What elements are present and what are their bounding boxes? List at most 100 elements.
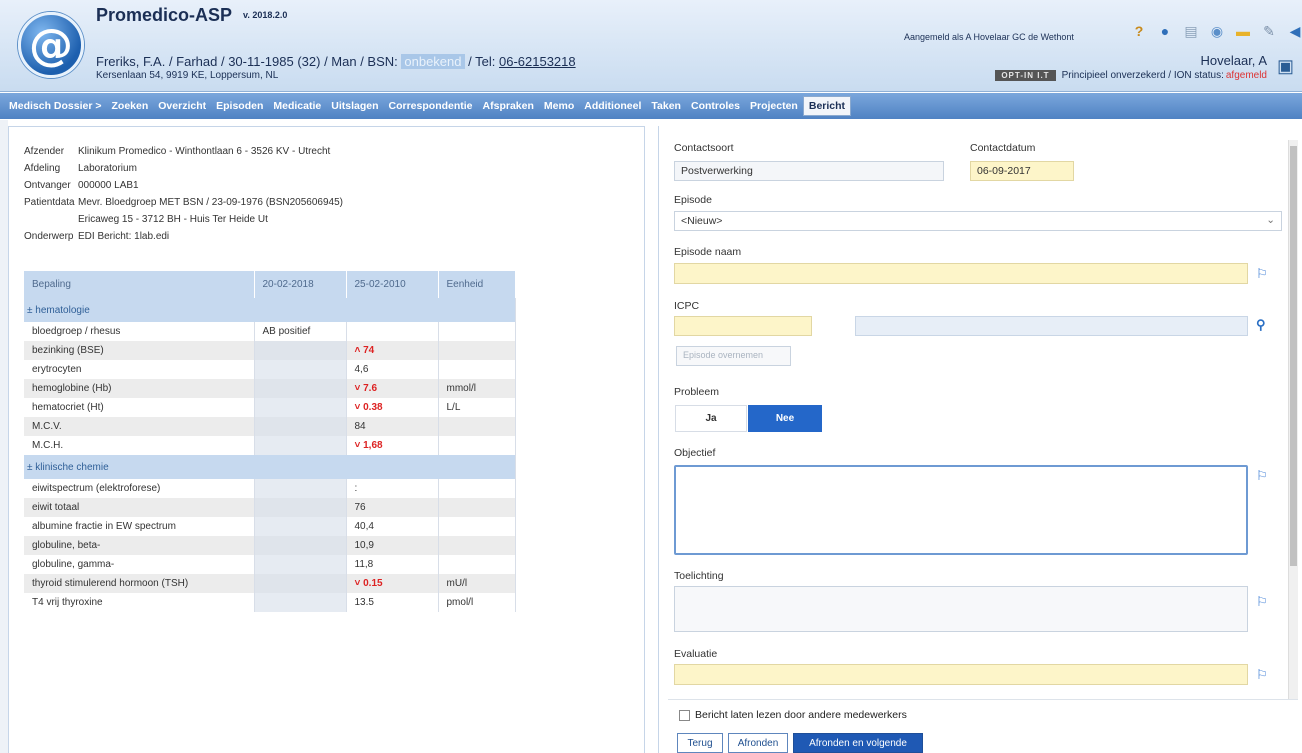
signature-icon[interactable]: ✎ (1260, 22, 1278, 40)
episode-select[interactable]: <Nieuw> ⌄ (674, 211, 1282, 231)
probleem-nee-toggle[interactable]: Nee (748, 405, 822, 432)
nav-additioneel[interactable]: Additioneel (579, 100, 646, 112)
patient-info: Freriks, F.A. / Farhad / 30-11-1985 (32)… (96, 54, 398, 69)
low-flag-icon: ˅ (354, 402, 364, 413)
insurance-text: Principieel onverzekerd / ION status: (1061, 70, 1224, 81)
col-date-1[interactable]: 20-02-2018 (254, 271, 347, 298)
tel-link[interactable]: 06-62153218 (499, 54, 576, 69)
category-label: ± klinische chemie (24, 455, 516, 479)
nav-correspondentie[interactable]: Correspondentie (384, 100, 478, 112)
nav-episoden[interactable]: Episoden (211, 100, 268, 112)
flag-icon[interactable]: ⚐ (1256, 468, 1268, 484)
help-icon[interactable]: ? (1130, 22, 1148, 40)
table-row: bloedgroep / rhesus AB positief (24, 322, 516, 341)
globe-icon[interactable]: ◉ (1208, 22, 1226, 40)
result-date-1 (254, 379, 347, 398)
patientdata-value-2: Ericaweg 15 - 3712 BH - Huis Ter Heide U… (78, 214, 268, 225)
insurance-status: OPT-IN I.T Principieel onverzekerd / ION… (995, 70, 1267, 81)
test-name: thyroid stimulerend hormoon (TSH) (24, 574, 255, 593)
nav-medisch-dossier[interactable]: Medisch Dossier > (4, 100, 107, 112)
bsn-value: onbekend (401, 54, 465, 69)
nav-uitslagen[interactable]: Uitslagen (326, 100, 383, 112)
nav-projecten[interactable]: Projecten (745, 100, 803, 112)
info-icon[interactable]: ● (1156, 22, 1174, 40)
unit: mU/l (438, 574, 516, 593)
test-name: hemoglobine (Hb) (24, 379, 255, 398)
afronden-button[interactable]: Afronden (728, 733, 788, 753)
result-date-2: 4,6 (346, 360, 439, 379)
result-date-1 (254, 574, 347, 593)
episode-label: Episode (674, 194, 712, 206)
afzender-value: Klinikum Promedico - Winthontlaan 6 - 35… (78, 146, 331, 157)
share-message-option: Bericht laten lezen door andere medewerk… (679, 709, 907, 721)
nav-afspraken[interactable]: Afspraken (478, 100, 539, 112)
result-date-1 (254, 593, 347, 612)
unit (438, 436, 516, 455)
flag-icon[interactable]: ⚐ (1256, 667, 1268, 683)
test-name: T4 vrij thyroxine (24, 593, 255, 612)
result-date-1 (254, 436, 347, 455)
result-date-2: : (346, 479, 439, 498)
icpc-description-field[interactable] (855, 316, 1248, 336)
search-icon[interactable]: ⚲ (1256, 317, 1266, 333)
unit (438, 536, 516, 555)
result-date-1 (254, 341, 347, 360)
printer-icon[interactable]: ▣ (1277, 56, 1294, 77)
chevron-down-icon: ⌄ (1266, 214, 1275, 226)
nav-bericht[interactable]: Bericht (802, 96, 852, 116)
result-date-2: ˅ 0.38 (346, 398, 439, 417)
contactsoort-field[interactable]: Postverwerking (674, 161, 944, 181)
category-row[interactable]: ± klinische chemie (24, 455, 516, 479)
folder-icon[interactable]: ▬ (1234, 22, 1252, 40)
col-eenheid[interactable]: Eenheid (438, 271, 516, 298)
contactdatum-field[interactable]: 06-09-2017 (970, 161, 1074, 181)
onderwerp-label: Onderwerp (24, 231, 74, 242)
icpc-code-field[interactable] (674, 316, 812, 336)
result-date-2: ˄ 74 (346, 341, 439, 360)
contactdatum-label: Contactdatum (970, 142, 1036, 154)
nav-overzicht[interactable]: Overzicht (153, 100, 211, 112)
result-date-2: 84 (346, 417, 439, 436)
toelichting-label: Toelichting (674, 570, 724, 582)
ion-status: afgemeld (1225, 70, 1267, 81)
result-date-1 (254, 498, 347, 517)
contactsoort-label: Contactsoort (674, 142, 734, 154)
nav-taken[interactable]: Taken (646, 100, 686, 112)
result-date-1 (254, 479, 347, 498)
episode-naam-field[interactable] (674, 263, 1248, 284)
nav-memo[interactable]: Memo (539, 100, 579, 112)
scrollbar-thumb[interactable] (1290, 146, 1297, 566)
evaluatie-field[interactable] (674, 664, 1248, 685)
table-row: T4 vrij thyroxine 13.5 pmol/l (24, 593, 516, 612)
afronden-en-volgende-button[interactable]: Afronden en volgende (793, 733, 923, 753)
abnormal-value: 0.15 (363, 578, 383, 589)
objectief-textarea[interactable] (674, 465, 1248, 555)
nav-controles[interactable]: Controles (686, 100, 745, 112)
probleem-ja-toggle[interactable]: Ja (675, 405, 747, 432)
col-bepaling[interactable]: Bepaling (24, 271, 255, 298)
table-row: globuline, beta- 10,9 (24, 536, 516, 555)
episode-overnemen-button[interactable]: Episode overnemen (676, 346, 791, 366)
category-row[interactable]: ± hematologie (24, 298, 516, 322)
nav-medicatie[interactable]: Medicatie (268, 100, 326, 112)
terug-button[interactable]: Terug (677, 733, 723, 753)
toelichting-textarea[interactable] (674, 586, 1248, 632)
test-name: erytrocyten (24, 360, 255, 379)
flag-icon[interactable]: ⚐ (1256, 266, 1268, 282)
test-name: M.C.V. (24, 417, 255, 436)
col-date-2[interactable]: 25-02-2010 (346, 271, 439, 298)
table-row: erytrocyten 4,6 (24, 360, 516, 379)
logout-icon[interactable]: ◀ (1286, 22, 1302, 40)
notes-icon[interactable]: ▤ (1182, 22, 1200, 40)
message-pane: Afzender Klinikum Promedico - Winthontla… (8, 126, 645, 753)
flag-icon[interactable]: ⚐ (1256, 594, 1268, 610)
probleem-label: Probleem (674, 386, 719, 398)
left-gutter (0, 120, 8, 753)
episode-naam-label: Episode naam (674, 246, 742, 258)
form-scrollbar[interactable] (1288, 140, 1298, 700)
evaluatie-label: Evaluatie (674, 648, 718, 660)
user-name: Hovelaar, A (1200, 53, 1268, 68)
share-checkbox[interactable] (679, 709, 690, 721)
category-label: ± hematologie (24, 298, 516, 322)
nav-zoeken[interactable]: Zoeken (107, 100, 154, 112)
